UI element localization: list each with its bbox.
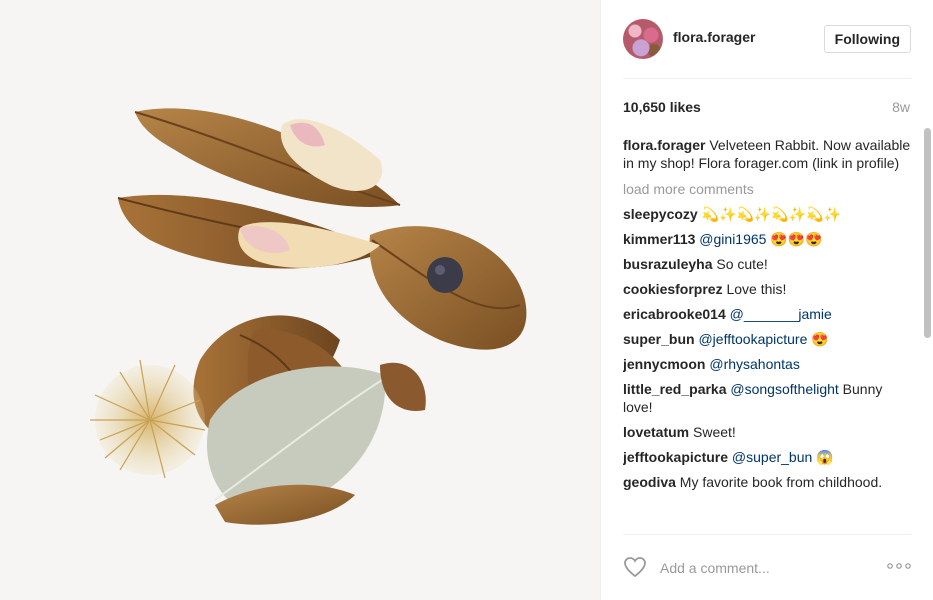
author-username[interactable]: flora.forager [673,29,755,45]
comment-username[interactable]: super_bun [623,331,695,347]
comment-username[interactable]: jefftookapicture [623,449,728,465]
caption-username[interactable]: flora.forager [623,137,705,153]
more-options-icon[interactable] [887,560,911,572]
comment-item: kimmer113 @gini1965 😍😍😍 [623,230,913,248]
comment-item: jefftookapicture @super_bun 😱 [623,448,913,466]
comment-mention[interactable]: @jefftookapicture [698,331,807,347]
post-photo[interactable] [0,0,600,600]
heart-icon[interactable] [623,556,647,578]
comment-mention[interactable]: @super_bun [732,449,812,465]
comment-mention[interactable]: @_______jamie [730,306,832,322]
comment-text: Sweet! [693,424,736,440]
avatar[interactable] [623,19,663,59]
comment-username[interactable]: jennycmoon [623,356,705,372]
load-more-comments-link[interactable]: load more comments [623,180,913,198]
post-side-panel: flora.forager Following 10,650 likes 8w … [600,0,933,600]
comment-username[interactable]: geodiva [623,474,676,490]
comment-item: ericabrooke014 @_______jamie [623,305,913,323]
following-button[interactable]: Following [823,25,911,53]
comment-username[interactable]: busrazuleyha [623,256,712,272]
comments-list: flora.forager Velveteen Rabbit. Now avai… [623,136,913,532]
comment-text: My favorite book from childhood. [679,474,883,490]
comment-item: little_red_parka @songsofthelight Bunny … [623,380,913,416]
comment-username[interactable]: sleepycozy [623,206,698,222]
comment-item: lovetatum Sweet! [623,423,913,441]
comment-text: 😱 [816,449,834,465]
comment-item: geodiva My favorite book from childhood. [623,473,913,491]
comment-item: jennycmoon @rhysahontas [623,355,913,373]
post-header: flora.forager Following [623,18,911,79]
comment-username[interactable]: lovetatum [623,424,689,440]
comment-username[interactable]: cookiesforprez [623,281,723,297]
comment-item: busrazuleyha So cute! [623,255,913,273]
comment-item: sleepycozy 💫✨💫✨💫✨💫✨ [623,205,913,223]
comment-text: 😍 [811,331,829,347]
comment-text: 😍😍😍 [770,231,823,247]
comment-item: super_bun @jefftookapicture 😍 [623,330,913,348]
comments-scrollbar[interactable] [924,128,931,338]
divider [623,534,911,535]
instagram-post-modal: flora.forager Following 10,650 likes 8w … [0,0,933,600]
post-caption: flora.forager Velveteen Rabbit. Now avai… [623,136,913,172]
add-comment-input[interactable] [658,556,862,580]
comment-text: 💫✨💫✨💫✨💫✨ [701,206,842,222]
comment-username[interactable]: ericabrooke014 [623,306,726,322]
comment-username[interactable]: kimmer113 [623,231,695,247]
comment-mention[interactable]: @songsofthelight [730,381,838,397]
leaf-rabbit-artwork [0,0,600,600]
comment-username[interactable]: little_red_parka [623,381,727,397]
comment-mention[interactable]: @rhysahontas [709,356,799,372]
comment-mention[interactable]: @gini1965 [699,231,766,247]
comment-text: Love this! [726,281,787,297]
like-count[interactable]: 10,650 likes [623,99,701,115]
post-age[interactable]: 8w [892,99,910,115]
comment-item: cookiesforprez Love this! [623,280,913,298]
comment-text: So cute! [716,256,768,272]
